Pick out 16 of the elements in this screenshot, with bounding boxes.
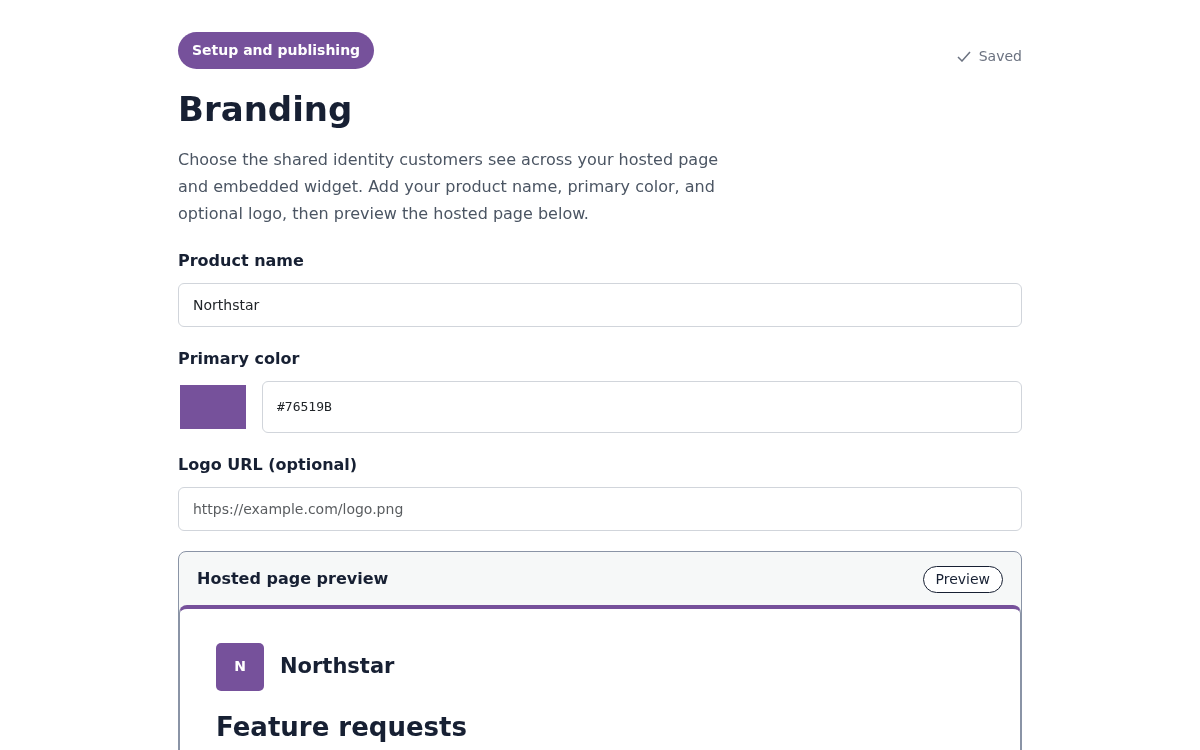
product-name: Northstar [280, 653, 395, 681]
preview-title: Hosted page preview [197, 568, 389, 591]
logo-mark: N [216, 642, 264, 691]
page-title: Branding [178, 89, 354, 130]
save-status: Saved [978, 47, 1022, 66]
color-swatch[interactable] [180, 384, 246, 429]
field-label: Logo URL (optional) [178, 453, 359, 476]
field-label: Product name [178, 249, 305, 272]
section-badge: Setup and publishing [178, 32, 375, 69]
input-field[interactable]: Northstar [178, 282, 1022, 327]
field-label: Primary color [178, 347, 301, 370]
preview-button[interactable]: Preview [922, 565, 1003, 593]
preview-heading: Feature requests [216, 712, 468, 742]
input-field[interactable]: https://example.com/logo.png [178, 486, 1022, 531]
color-hex-field[interactable]: #76519B [262, 380, 1022, 433]
description: Choose the shared identity customers see across your hosted page and embedded widget. Add your product name, primary color, and optional logo, then preview the hosted page below. [178, 148, 720, 225]
